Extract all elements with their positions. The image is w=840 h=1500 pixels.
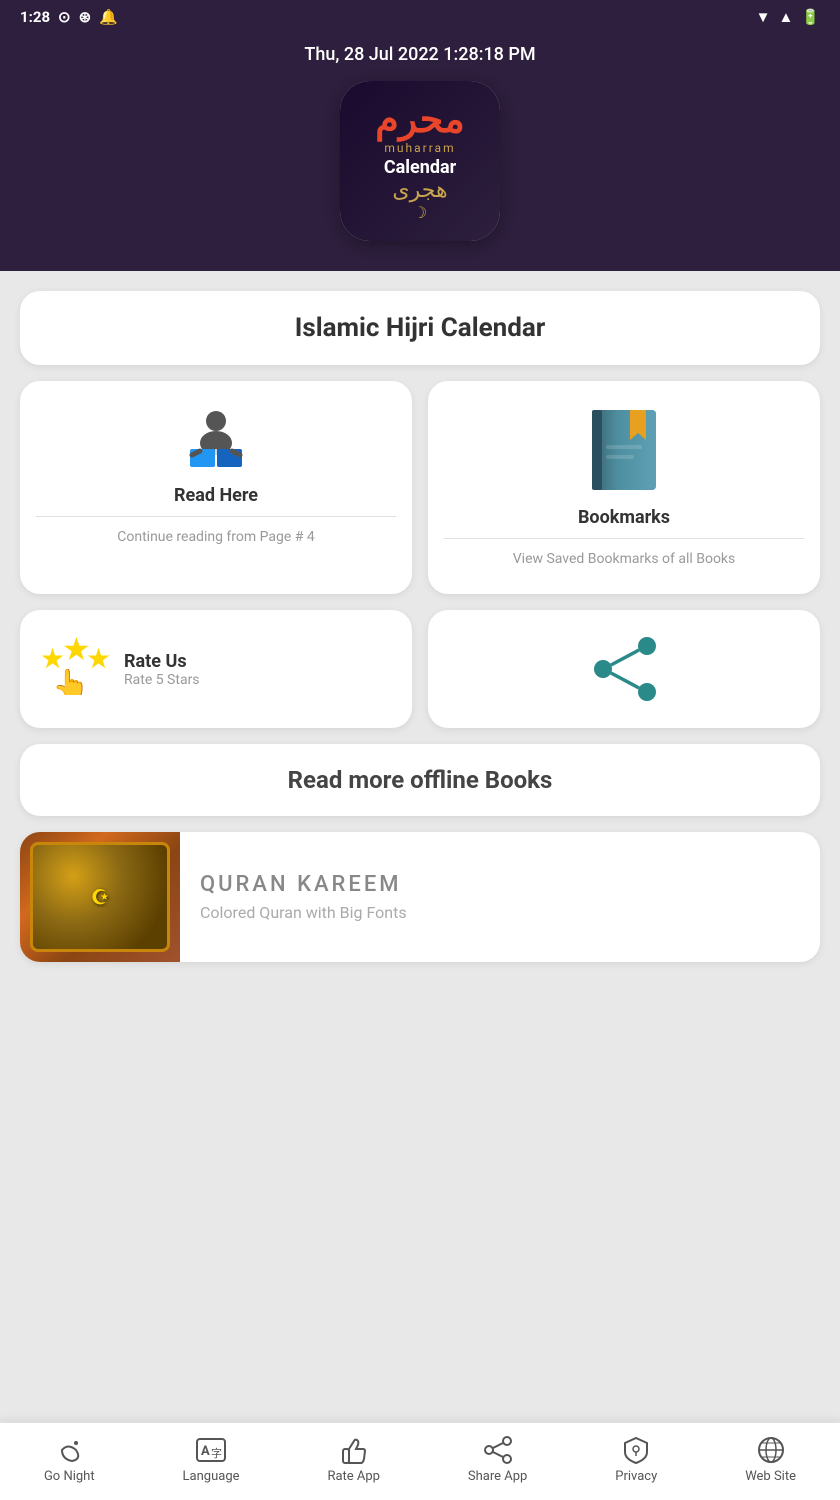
- rate-card[interactable]: ★ ★ ★ 👆 Rate Us Rate 5 Stars: [20, 610, 412, 728]
- logo-hijri-text: هجری: [392, 178, 447, 203]
- logo-muharram-text: muharram: [384, 141, 455, 155]
- nav-share-app[interactable]: Share App: [468, 1435, 527, 1484]
- rate-icon: ★ ★ ★ 👆: [40, 630, 110, 708]
- logo-moon-icon: ☽: [413, 203, 427, 222]
- nav-language[interactable]: A 字 Language: [183, 1435, 240, 1484]
- signal-icon: ▲: [778, 8, 793, 26]
- read-here-title: Read Here: [174, 485, 258, 506]
- top-cards-grid: Read Here Continue reading from Page # 4: [20, 381, 820, 594]
- nav-privacy-label: Privacy: [615, 1469, 657, 1484]
- translate-icon: A 字: [195, 1435, 227, 1465]
- app-logo: محرم muharram Calendar هجری ☽: [340, 81, 500, 241]
- share-icon: [589, 634, 659, 704]
- svg-text:★: ★: [86, 642, 110, 675]
- nav-website[interactable]: Web Site: [745, 1435, 796, 1484]
- moon-icon: [54, 1435, 84, 1465]
- main-content: Islamic Hijri Calendar Read Here Continu…: [0, 271, 840, 1500]
- battery-icon: 🔋: [801, 8, 820, 26]
- status-bell-icon: 🔔: [99, 8, 118, 26]
- wifi-icon: ▼: [756, 8, 771, 26]
- share-nav-icon: [483, 1435, 513, 1465]
- logo-arabic-text: محرم: [375, 101, 464, 139]
- promo-info: QURAN KAREEM Colored Quran with Big Font…: [180, 856, 820, 938]
- rate-subtitle: Rate 5 Stars: [124, 672, 200, 688]
- bookmarks-divider: [444, 538, 804, 539]
- reader-icon: [176, 405, 256, 485]
- nav-website-label: Web Site: [745, 1469, 796, 1484]
- rate-text: Rate Us Rate 5 Stars: [124, 651, 200, 688]
- status-bar: 1:28 ⊙ ⊛ 🔔 ▼ ▲ 🔋: [0, 0, 840, 34]
- promo-book-subtitle: Colored Quran with Big Fonts: [200, 903, 800, 922]
- read-here-subtitle: Continue reading from Page # 4: [117, 527, 314, 548]
- bookmarks-card[interactable]: Bookmarks View Saved Bookmarks of all Bo…: [428, 381, 820, 594]
- nav-share-app-label: Share App: [468, 1469, 527, 1484]
- offline-section-title: Read more offline Books: [20, 744, 820, 816]
- promo-thumbnail: ☪: [20, 832, 180, 962]
- offline-title: Read more offline Books: [42, 766, 798, 794]
- promo-book-title: QURAN KAREEM: [200, 872, 800, 897]
- action-row: ★ ★ ★ 👆 Rate Us Rate 5 Stars: [20, 610, 820, 728]
- bookmarks-title: Bookmarks: [578, 507, 670, 528]
- nav-rate-app[interactable]: Rate App: [327, 1435, 380, 1484]
- globe-icon: [756, 1435, 786, 1465]
- bottom-nav: Go Night A 字 Language Rate App Share App: [0, 1422, 840, 1500]
- status-icon-1: ⊙: [58, 8, 71, 26]
- bookmarks-icon: [584, 405, 664, 495]
- read-here-card[interactable]: Read Here Continue reading from Page # 4: [20, 381, 412, 594]
- nav-rate-app-label: Rate App: [327, 1469, 380, 1484]
- promo-book-card[interactable]: ☪ QURAN KAREEM Colored Quran with Big Fo…: [20, 832, 820, 962]
- nav-go-night-label: Go Night: [44, 1469, 95, 1484]
- svg-text:A: A: [201, 1444, 210, 1459]
- thumbsup-icon: [339, 1435, 369, 1465]
- share-card[interactable]: [428, 610, 820, 728]
- svg-text:👆: 👆: [52, 667, 89, 695]
- app-header: Thu, 28 Jul 2022 1:28:18 PM محرم muharra…: [0, 34, 840, 271]
- read-here-divider: [36, 516, 396, 517]
- logo-calendar-text: Calendar: [384, 157, 456, 178]
- nav-language-label: Language: [183, 1469, 240, 1484]
- nav-go-night[interactable]: Go Night: [44, 1435, 95, 1484]
- app-title: Islamic Hijri Calendar: [42, 313, 798, 343]
- svg-text:字: 字: [211, 1446, 222, 1460]
- title-card: Islamic Hijri Calendar: [20, 291, 820, 365]
- status-icon-2: ⊛: [79, 8, 92, 26]
- nav-privacy[interactable]: Privacy: [615, 1435, 657, 1484]
- datetime-display: Thu, 28 Jul 2022 1:28:18 PM: [304, 44, 535, 65]
- status-time: 1:28: [20, 8, 50, 26]
- bookmarks-subtitle: View Saved Bookmarks of all Books: [513, 549, 736, 570]
- shield-icon: [621, 1435, 651, 1465]
- rate-title: Rate Us: [124, 651, 200, 672]
